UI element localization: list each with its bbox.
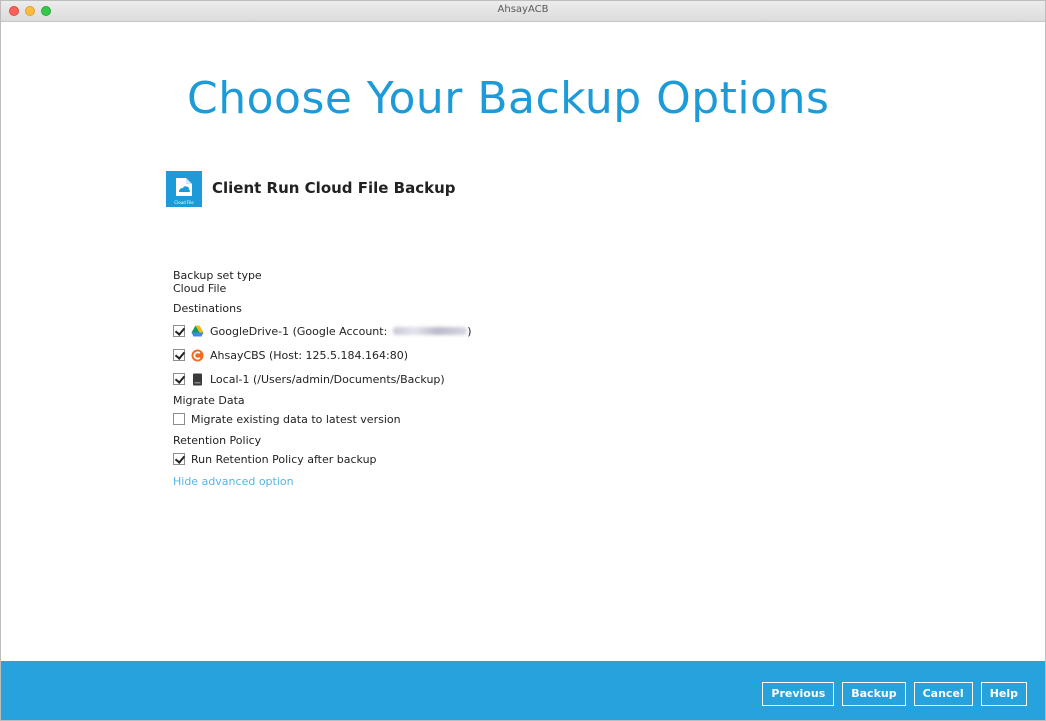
retention-policy-checkbox[interactable]	[173, 453, 185, 465]
backup-module-header: Cloud File Client Run Cloud File Backup	[166, 171, 456, 207]
backup-set-type-label: Backup set type	[173, 269, 262, 282]
destination-row-ahsaycbs: AhsayCBS (Host: 125.5.184.164:80)	[173, 347, 472, 363]
destinations-heading: Destinations	[173, 302, 242, 315]
retention-policy-label: Run Retention Policy after backup	[191, 452, 377, 466]
cloud-file-icon: Cloud File	[166, 171, 202, 207]
destination-googledrive-checkbox[interactable]	[173, 325, 185, 337]
google-drive-icon	[191, 325, 204, 338]
destination-local-checkbox[interactable]	[173, 373, 185, 385]
module-icon-caption: Cloud File	[174, 200, 194, 205]
backup-button[interactable]: Backup	[842, 682, 906, 706]
cancel-button[interactable]: Cancel	[913, 682, 973, 706]
window-title: AhsayACB	[497, 4, 549, 15]
destination-row-googledrive: GoogleDrive-1 (Google Account: )	[173, 323, 472, 339]
app-window: AhsayACB Choose Your Backup Options Clou…	[0, 0, 1046, 721]
title-bar: AhsayACB	[1, 1, 1045, 22]
retention-policy-row: Run Retention Policy after backup	[173, 451, 472, 467]
local-drive-icon	[191, 373, 204, 386]
destination-ahsaycbs-checkbox[interactable]	[173, 349, 185, 361]
migrate-data-row: Migrate existing data to latest version	[173, 411, 472, 427]
migrate-data-label: Migrate existing data to latest version	[191, 412, 401, 426]
destination-googledrive-label: GoogleDrive-1 (Google Account:	[210, 324, 388, 338]
migrate-data-heading: Migrate Data	[173, 394, 245, 407]
help-button[interactable]: Help	[980, 682, 1027, 706]
footer-bar: Previous Backup Cancel Help	[1, 661, 1045, 720]
module-title: Client Run Cloud File Backup	[212, 179, 456, 197]
destination-row-local: Local-1 (/Users/admin/Documents/Backup)	[173, 371, 472, 387]
backup-set-type-value: Cloud File	[173, 282, 227, 295]
redacted-account	[393, 327, 468, 335]
hide-advanced-option-link[interactable]: Hide advanced option	[173, 475, 472, 488]
backup-options-panel: Backup set type Cloud File Destinations …	[173, 269, 472, 488]
destination-local-label: Local-1 (/Users/admin/Documents/Backup)	[210, 372, 445, 386]
migrate-data-checkbox[interactable]	[173, 413, 185, 425]
previous-button[interactable]: Previous	[762, 682, 835, 706]
destination-ahsaycbs-label: AhsayCBS (Host: 125.5.184.164:80)	[210, 348, 408, 362]
footer-buttons: Previous Backup Cancel Help	[762, 682, 1027, 706]
ahsay-cbs-icon	[191, 349, 204, 362]
destination-googledrive-suffix: )	[467, 324, 472, 338]
retention-policy-heading: Retention Policy	[173, 434, 262, 447]
page-title: Choose Your Backup Options	[187, 73, 830, 124]
